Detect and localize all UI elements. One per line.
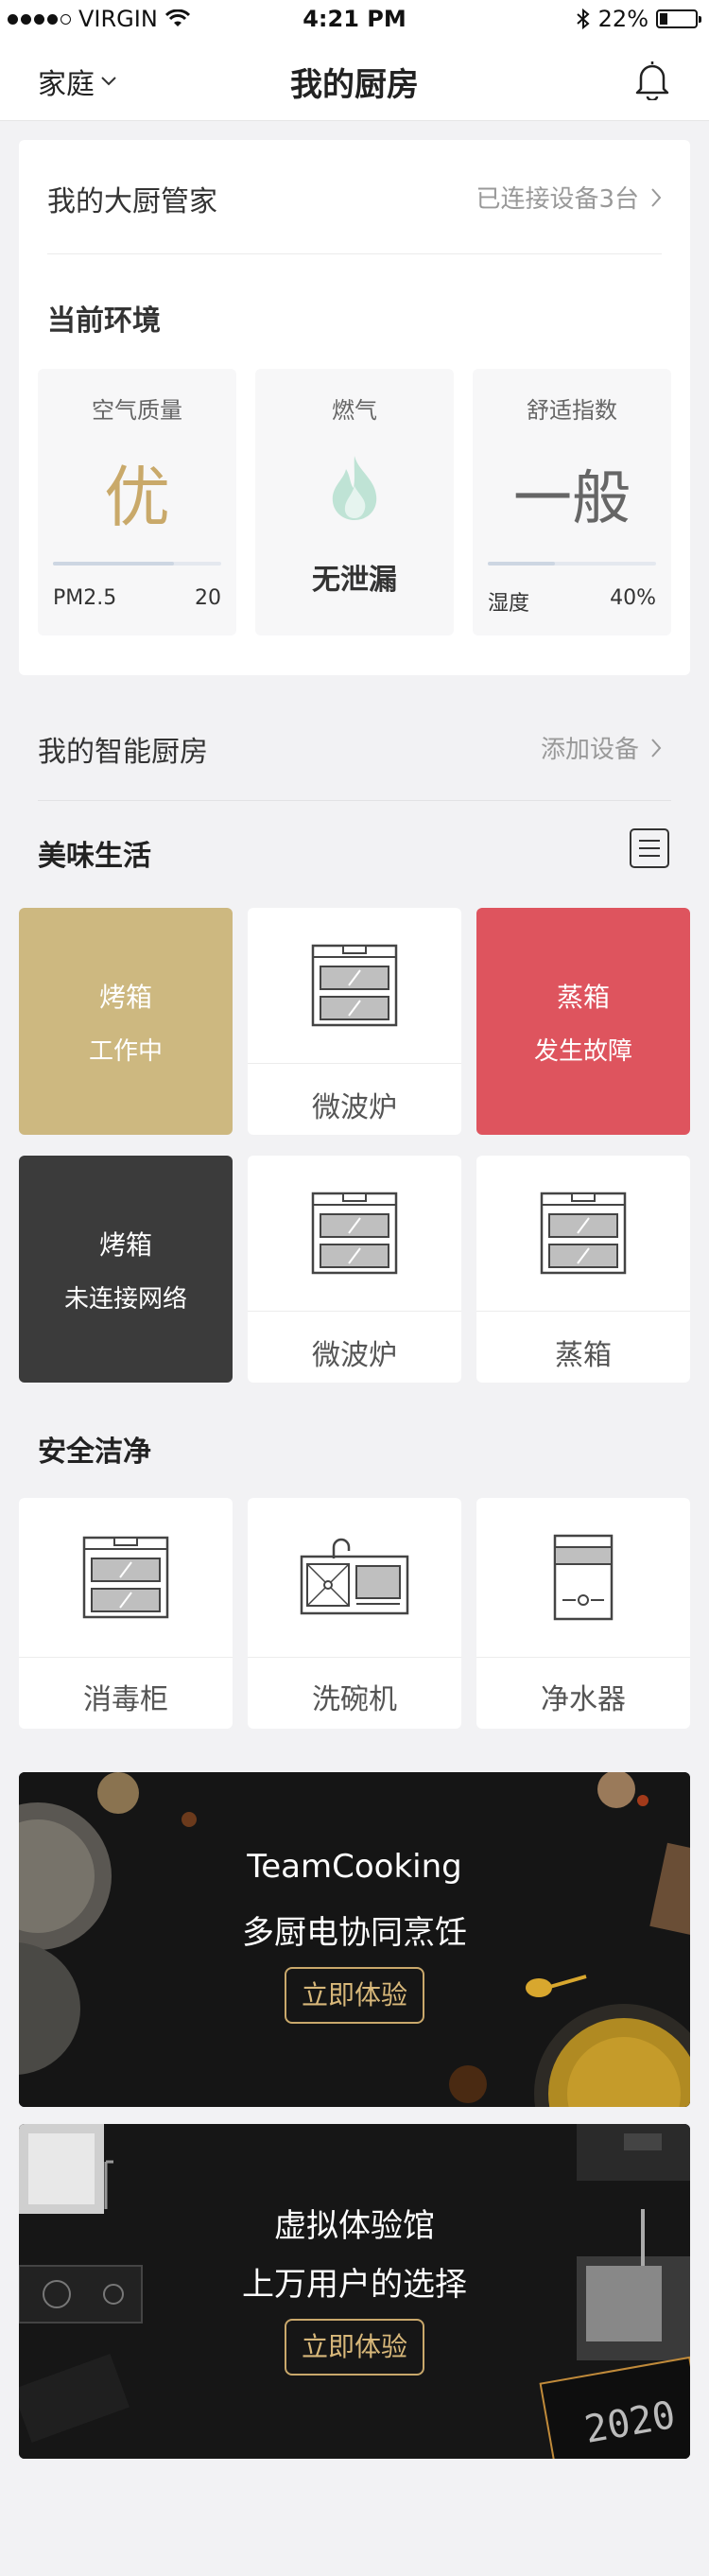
section-title-delicious: 美味生活 — [38, 840, 151, 873]
device-tile-steamer[interactable]: 蒸箱 — [476, 1156, 690, 1383]
smart-kitchen-row: 我的智能厨房 添加设备 — [38, 728, 662, 770]
device-status: 未连接网络 — [63, 1284, 187, 1314]
device-name: 烤箱 — [98, 1228, 152, 1261]
banner-line2: 多厨电协同烹饪 — [242, 1914, 467, 1952]
nav-bar: 家庭 我的厨房 — [0, 38, 709, 121]
air-quality-label: 空气质量 — [92, 397, 182, 424]
device-tile-dishwasher[interactable]: 洗碗机 — [248, 1498, 461, 1729]
steamer-icon-wrap — [476, 1156, 690, 1311]
divider — [476, 1311, 690, 1312]
divider — [248, 1063, 461, 1064]
comfort-footer: 湿度 40% — [488, 586, 656, 617]
divider — [476, 1657, 690, 1658]
family-label: 家庭 — [38, 68, 95, 101]
try-now-button[interactable]: 立即体验 — [285, 2319, 424, 2376]
cabinet-icon-wrap — [19, 1498, 233, 1657]
device-tile-oven-working[interactable]: 烤箱 工作中 — [19, 908, 233, 1135]
chevron-right-icon — [651, 187, 662, 207]
flame-icon — [332, 456, 377, 520]
air-quality-bar — [53, 562, 221, 566]
sink-dishwasher-icon — [300, 1538, 409, 1615]
comfort-tile[interactable]: 舒适指数 一般 湿度 40% — [473, 369, 671, 635]
try-now-button[interactable]: 立即体验 — [285, 1967, 424, 2024]
microwave-icon — [311, 944, 398, 1027]
banner-virtual-experience[interactable]: 2020 虚拟体验馆 上万用户的选择 立即体验 — [19, 2124, 690, 2459]
device-label: 蒸箱 — [555, 1339, 612, 1372]
water-purifier-icon — [553, 1534, 614, 1621]
air-quality-footer: PM2.5 20 — [53, 586, 221, 610]
humidity-label: 湿度 — [488, 592, 530, 616]
banner-line1: 虚拟体验馆 — [274, 2207, 435, 2245]
purifier-icon-wrap — [476, 1498, 690, 1657]
bell-icon[interactable] — [633, 59, 671, 100]
add-device-link[interactable]: 添加设备 — [541, 730, 662, 765]
air-quality-tile[interactable]: 空气质量 优 PM2.5 20 — [38, 369, 236, 635]
humidity-bar — [488, 562, 656, 566]
list-icon[interactable] — [630, 828, 669, 868]
microwave-icon — [311, 1192, 398, 1275]
banner-teamcooking[interactable]: TeamCooking 多厨电协同烹饪 立即体验 — [19, 1772, 690, 2107]
microwave-icon-wrap — [248, 908, 461, 1063]
device-label: 洗碗机 — [312, 1683, 397, 1716]
add-device-label: 添加设备 — [540, 736, 639, 764]
status-bar: VIRGIN 4:21 PM 22% — [0, 0, 709, 38]
gas-status: 无泄漏 — [312, 564, 397, 597]
device-name: 烤箱 — [98, 981, 152, 1013]
chevron-down-icon — [101, 77, 116, 86]
divider — [248, 1311, 461, 1312]
connected-devices-label: 已连接设备3台 — [476, 185, 639, 214]
kitchen-page: VIRGIN 4:21 PM 22% 家庭 我的厨房 我的大厨管家 已连接设备3… — [0, 0, 709, 2576]
banner-line1: TeamCooking — [247, 1848, 462, 1886]
microwave-icon-wrap — [248, 1156, 461, 1311]
steamer-icon — [540, 1192, 627, 1275]
status-right: 22% — [576, 6, 701, 32]
humidity-value: 40% — [610, 586, 656, 610]
battery-percent: 22% — [597, 6, 648, 32]
device-status: 发生故障 — [533, 1036, 632, 1066]
device-label: 净水器 — [541, 1683, 626, 1716]
device-tile-water-purifier[interactable]: 净水器 — [476, 1498, 690, 1729]
dishwasher-icon-wrap — [248, 1498, 461, 1657]
butler-title: 我的大厨管家 — [47, 185, 217, 218]
battery-icon — [656, 9, 701, 28]
family-selector[interactable]: 家庭 — [38, 61, 117, 102]
pm25-value: 20 — [195, 586, 221, 610]
pm25-label: PM2.5 — [53, 586, 117, 610]
divider — [38, 800, 671, 801]
divider — [248, 1657, 461, 1658]
butler-card: 我的大厨管家 已连接设备3台 当前环境 空气质量 优 PM2.5 20 燃气 无… — [19, 140, 690, 675]
divider — [19, 1657, 233, 1658]
section-title-safety: 安全洁净 — [38, 1436, 151, 1469]
device-status: 工作中 — [88, 1036, 163, 1066]
device-tile-disinfection-cabinet[interactable]: 消毒柜 — [19, 1498, 233, 1729]
disinfection-cabinet-icon — [82, 1536, 169, 1619]
device-label: 微波炉 — [312, 1339, 397, 1372]
device-tile-steamer-fault[interactable]: 蒸箱 发生故障 — [476, 908, 690, 1135]
gas-label: 燃气 — [332, 397, 377, 424]
device-label: 消毒柜 — [83, 1683, 168, 1716]
device-name: 蒸箱 — [556, 981, 610, 1013]
comfort-label: 舒适指数 — [527, 397, 617, 424]
smart-kitchen-title: 我的智能厨房 — [38, 736, 208, 769]
device-tile-oven-offline[interactable]: 烤箱 未连接网络 — [19, 1156, 233, 1383]
comfort-value: 一般 — [512, 463, 631, 532]
chevron-right-icon — [651, 738, 662, 757]
divider — [47, 253, 662, 254]
banner-line2: 上万用户的选择 — [242, 2266, 467, 2304]
device-tile-microwave[interactable]: 微波炉 — [248, 1156, 461, 1383]
device-tile-microwave[interactable]: 微波炉 — [248, 908, 461, 1135]
environment-title: 当前环境 — [47, 305, 161, 338]
gas-tile[interactable]: 燃气 无泄漏 — [255, 369, 454, 635]
butler-header[interactable]: 我的大厨管家 已连接设备3台 — [47, 178, 662, 225]
air-quality-value: 优 — [104, 459, 170, 536]
bluetooth-icon — [576, 8, 590, 30]
connected-devices-link[interactable]: 已连接设备3台 — [476, 180, 662, 215]
device-label: 微波炉 — [312, 1091, 397, 1124]
